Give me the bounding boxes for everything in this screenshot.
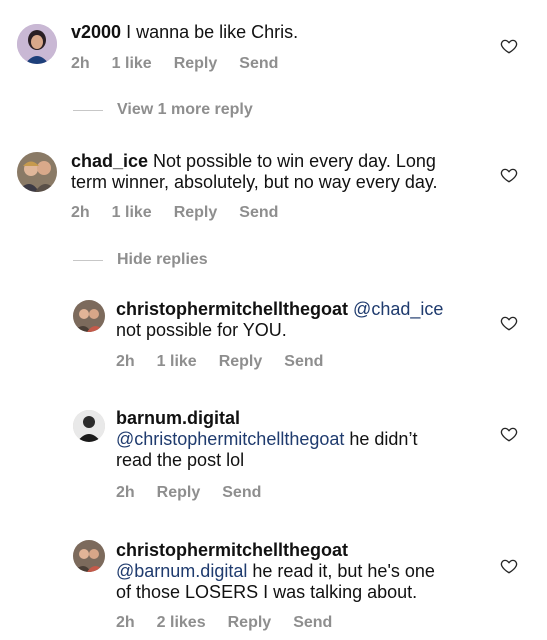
comment-username[interactable]: chad_ice (71, 151, 148, 171)
comment-meta: 2h 1 like Reply Send (71, 55, 300, 73)
reply-meta: 2h Reply Send (116, 484, 283, 502)
likes-count[interactable]: 1 like (157, 353, 197, 371)
hide-replies-button[interactable]: Hide replies (73, 251, 208, 269)
reply-button[interactable]: Reply (219, 353, 263, 371)
timestamp: 2h (71, 204, 90, 221)
comment-v2000: v2000 I wanna be like Chris. 2h 1 like R… (0, 0, 547, 90)
reply-christophermitchellthegoat-2: christophermitchellthegoat @barnum.digit… (0, 530, 547, 640)
timestamp: 2h (71, 55, 90, 72)
avatar-image (17, 24, 57, 64)
thread-divider-line (73, 109, 103, 111)
reply-username[interactable]: christophermitchellthegoat (116, 299, 348, 319)
like-heart-icon[interactable] (500, 314, 518, 332)
reply-body: not possible for YOU. (116, 320, 287, 340)
view-more-replies-label: View 1 more reply (117, 101, 253, 118)
comment-body: I wanna be like Chris. (121, 22, 299, 42)
avatar[interactable] (73, 300, 105, 332)
thread-divider-line (73, 259, 103, 261)
avatar-image (73, 540, 105, 572)
avatar-image (73, 300, 105, 332)
reply-body-line1: he read it, but he's one (247, 561, 435, 581)
comment-meta: 2h 1 like Reply Send (71, 204, 300, 222)
mention-link[interactable]: @barnum.digital (116, 561, 247, 581)
reply-username[interactable]: christophermitchellthegoat (116, 540, 348, 560)
view-more-replies-button[interactable]: View 1 more reply (73, 101, 253, 119)
mention-link[interactable]: @chad_ice (353, 299, 443, 319)
reply-button[interactable]: Reply (174, 55, 218, 73)
avatar-image (73, 410, 105, 442)
send-button[interactable]: Send (239, 204, 278, 222)
comment-body-line1: Not possible to win every day. Long (148, 151, 436, 171)
send-button[interactable]: Send (222, 484, 261, 502)
avatar-image (17, 152, 57, 192)
hide-replies-label: Hide replies (117, 251, 208, 268)
likes-count[interactable]: 1 like (112, 204, 152, 222)
send-button[interactable]: Send (239, 55, 278, 73)
reply-username[interactable]: barnum.digital (116, 408, 240, 428)
timestamp: 2h (116, 614, 135, 631)
reply-body-line1: he didn’t (344, 429, 418, 449)
reply-button[interactable]: Reply (174, 204, 218, 222)
reply-text: christophermitchellthegoat @chad_ice not… (116, 299, 443, 341)
like-heart-icon[interactable] (500, 166, 518, 184)
reply-button[interactable]: Reply (157, 484, 201, 502)
send-button[interactable]: Send (293, 614, 332, 632)
comment-text: chad_ice Not possible to win every day. … (71, 151, 438, 193)
avatar[interactable] (73, 540, 105, 572)
like-heart-icon[interactable] (500, 557, 518, 575)
comment-text: v2000 I wanna be like Chris. (71, 22, 298, 43)
like-heart-icon[interactable] (500, 37, 518, 55)
avatar[interactable] (73, 410, 105, 442)
mention-link[interactable]: @christophermitchellthegoat (116, 429, 344, 449)
reply-body-line2: read the post lol (116, 450, 245, 470)
reply-meta: 2h 1 like Reply Send (116, 353, 345, 371)
comment-username[interactable]: v2000 (71, 22, 121, 42)
avatar[interactable] (17, 24, 57, 64)
reply-button[interactable]: Reply (228, 614, 272, 632)
likes-count[interactable]: 2 likes (157, 614, 206, 632)
reply-meta: 2h 2 likes Reply Send (116, 614, 354, 632)
send-button[interactable]: Send (284, 353, 323, 371)
like-heart-icon[interactable] (500, 425, 518, 443)
reply-christophermitchellthegoat-1: christophermitchellthegoat @chad_ice not… (0, 288, 547, 388)
likes-count[interactable]: 1 like (112, 55, 152, 73)
avatar[interactable] (17, 152, 57, 192)
comment-body-line2: term winner, absolutely, but no way ever… (71, 172, 438, 192)
timestamp: 2h (116, 484, 135, 501)
reply-text: christophermitchellthegoat @barnum.digit… (116, 540, 435, 603)
reply-text: barnum.digital @christophermitchellthego… (116, 408, 417, 471)
reply-body-line2: of those LOSERS I was talking about. (116, 582, 418, 602)
timestamp: 2h (116, 353, 135, 370)
comment-chad_ice: chad_ice Not possible to win every day. … (0, 140, 547, 240)
reply-barnum-digital: barnum.digital @christophermitchellthego… (0, 398, 547, 508)
